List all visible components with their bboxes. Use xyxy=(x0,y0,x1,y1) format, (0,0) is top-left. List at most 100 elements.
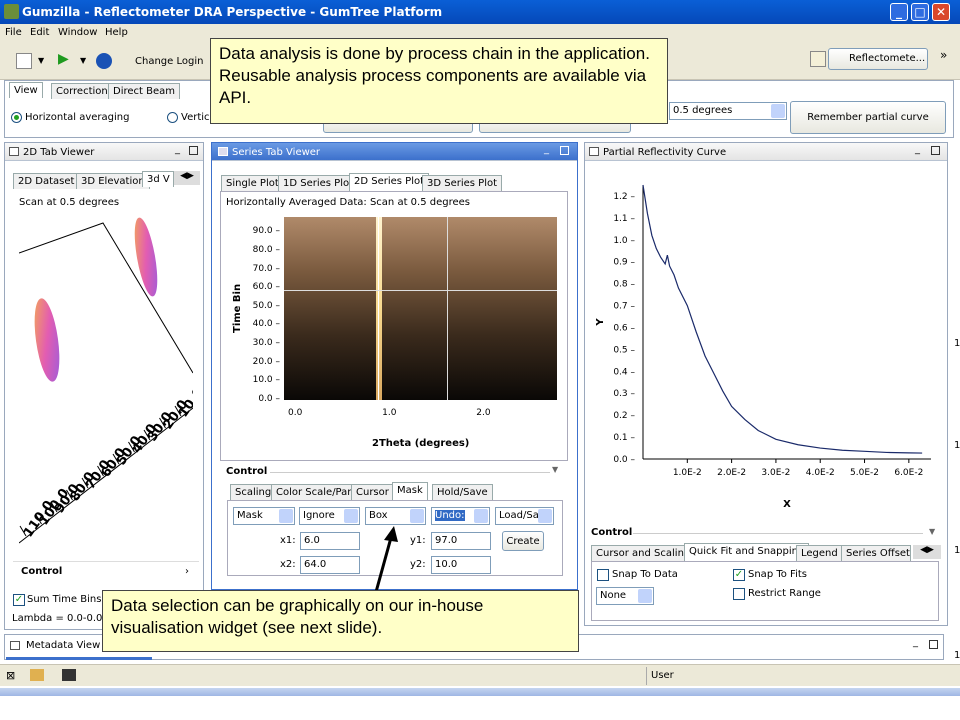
tab-3d-series-plot[interactable]: 3D Series Plot xyxy=(422,175,503,191)
y-tick-label: 30.0 – xyxy=(252,338,280,349)
x-tick-label: 5.0E-2 xyxy=(850,468,879,478)
x-axis-label: 2Theta (degrees) xyxy=(372,438,470,449)
tab-legend[interactable]: Legend xyxy=(796,545,843,561)
control-section: Control › xyxy=(13,561,199,581)
tab-series-offsets[interactable]: Series Offsets xyxy=(841,545,911,561)
snap-to-fits-label: Snap To Fits xyxy=(748,569,807,580)
menu-file[interactable]: File xyxy=(5,27,22,38)
minimize-button[interactable]: _ xyxy=(890,3,908,21)
mask-shape-combo[interactable]: Box xyxy=(365,507,426,525)
minimize-view-icon[interactable]: _ xyxy=(175,144,180,155)
tab-cursor-and-scaling[interactable]: Cursor and Scaling xyxy=(591,545,696,561)
maximize-view-icon[interactable] xyxy=(189,146,198,155)
create-button[interactable]: Create xyxy=(502,531,544,551)
snap-to-data-label: Snap To Data xyxy=(612,569,678,580)
tab-scroll-icon[interactable]: ◀▶ xyxy=(913,545,941,559)
sum-time-bins-label: Sum Time Bins xyxy=(27,594,102,605)
cursor-vertical-line xyxy=(378,217,379,400)
snap-to-data-checkbox[interactable] xyxy=(597,569,609,581)
panel-header: Series Tab Viewer _ xyxy=(212,143,577,161)
radio-horizontal-label: Horizontal averaging xyxy=(25,112,130,123)
radio-horizontal[interactable] xyxy=(11,112,22,123)
3d-plot-canvas[interactable]: 10.020.030.040.050.060.070.080.090.0100.… xyxy=(19,213,193,553)
y2-field[interactable]: 10.0 xyxy=(431,556,491,574)
grid-line xyxy=(447,217,448,400)
y-tick-label: 0.1 – xyxy=(613,433,635,443)
tab-quick-fit-and-snapping[interactable]: Quick Fit and Snapping xyxy=(684,543,810,561)
run-icon[interactable]: ▶ xyxy=(58,51,69,67)
angle-dropdown[interactable]: 0.5 degrees xyxy=(669,102,787,120)
maximize-button[interactable]: □ xyxy=(911,3,929,21)
sum-time-bins-checkbox[interactable]: ✓ xyxy=(13,594,25,606)
edge-mark: 1 xyxy=(954,545,960,556)
snap-to-fits-checkbox[interactable]: ✓ xyxy=(733,569,745,581)
callout-data-selection: Data selection can be graphically on our… xyxy=(102,590,579,652)
minimize-view-icon[interactable]: _ xyxy=(913,637,918,648)
y-tick-label: 0.6 – xyxy=(613,323,635,333)
tab-correction[interactable]: Correction xyxy=(51,83,113,99)
perspective-button[interactable]: Reflectomete... xyxy=(828,48,928,70)
undo-combo[interactable]: Undo: xyxy=(431,507,490,525)
load-save-combo[interactable]: Load/Sa xyxy=(495,507,554,525)
restrict-range-label: Restrict Range xyxy=(748,588,821,599)
new-file-icon[interactable] xyxy=(16,53,32,69)
control-label: Control xyxy=(21,566,63,577)
maximize-view-icon[interactable] xyxy=(931,146,940,155)
radio-vertical[interactable] xyxy=(167,112,178,123)
tab-2d-series-plot[interactable]: 2D Series Plot xyxy=(349,173,430,191)
tab-view[interactable]: View xyxy=(9,82,43,98)
y-tick-label: 0.5 – xyxy=(613,345,635,355)
more-perspectives-icon[interactable]: » xyxy=(940,48,947,62)
tab-3d-view[interactable]: 3d V xyxy=(142,171,174,187)
open-perspective-icon[interactable] xyxy=(810,51,826,67)
menu-edit[interactable]: Edit xyxy=(30,27,49,38)
cursor-horizontal-line xyxy=(284,290,557,291)
maximize-view-icon[interactable] xyxy=(929,640,938,649)
x1-field[interactable]: 6.0 xyxy=(300,532,360,550)
menu-help[interactable]: Help xyxy=(105,27,128,38)
remember-partial-curve-button[interactable]: Remember partial curve xyxy=(790,101,946,134)
console-icon[interactable] xyxy=(62,669,76,681)
heatmap-bright-band xyxy=(376,217,382,400)
change-login-button[interactable]: Change Login xyxy=(135,56,203,67)
tab-color-scale-pan[interactable]: Color Scale/Pan xyxy=(271,484,359,500)
y1-field[interactable]: 97.0 xyxy=(431,532,491,550)
close-button[interactable]: ✕ xyxy=(932,3,950,21)
tab-hold-save[interactable]: Hold/Save xyxy=(432,484,493,500)
reflectivity-series-line xyxy=(642,184,923,454)
chevron-right-icon[interactable]: › xyxy=(185,566,189,577)
chevron-down-icon[interactable]: ▼ xyxy=(38,56,44,65)
chevron-down-icon[interactable]: ▼ xyxy=(80,56,86,65)
mask-mode-combo[interactable]: Mask xyxy=(233,507,295,525)
tab-single-plot[interactable]: Single Plot xyxy=(221,175,284,191)
tab-scaling[interactable]: Scaling xyxy=(230,484,277,500)
tab-1d-series-plot[interactable]: 1D Series Plot xyxy=(278,175,359,191)
restrict-range-checkbox[interactable] xyxy=(733,588,745,600)
mask-action-combo[interactable]: Ignore xyxy=(299,507,360,525)
tab-2d-dataset[interactable]: 2D Dataset xyxy=(13,173,80,189)
tab-3d-elevation[interactable]: 3D Elevation xyxy=(76,173,150,189)
chevron-down-icon[interactable]: ▼ xyxy=(929,527,935,536)
app-icon xyxy=(4,4,19,19)
fast-view-icon[interactable]: ⊠ xyxy=(6,669,15,682)
x-axis-ticks: 0.0 1.0 2.0 xyxy=(284,408,557,422)
x2-field[interactable]: 64.0 xyxy=(300,556,360,574)
fit-type-combo[interactable]: None xyxy=(596,587,654,605)
menu-window[interactable]: Window xyxy=(58,27,97,38)
minimize-view-icon[interactable]: _ xyxy=(544,144,549,155)
minimize-view-icon[interactable]: _ xyxy=(915,144,920,155)
login-icon[interactable] xyxy=(96,53,112,69)
panel-title: Metadata View xyxy=(26,640,101,651)
tab-cursor[interactable]: Cursor xyxy=(351,484,394,500)
heatmap-image[interactable] xyxy=(284,217,557,400)
chevron-down-icon[interactable]: ▼ xyxy=(552,465,558,474)
panel-title: 2D Tab Viewer xyxy=(23,147,95,158)
maximize-view-icon[interactable] xyxy=(560,146,569,155)
x-tick-label: 0.0 xyxy=(288,408,303,418)
reflectivity-chart[interactable]: 0.0 – 0.1 – 0.2 – 0.3 – 0.4 – 0.5 – 0.6 – 0.7 –… xyxy=(591,183,941,523)
tab-direct-beam[interactable]: Direct Beam xyxy=(108,83,181,99)
y2-label: y2: xyxy=(410,559,426,570)
fast-view-icon[interactable] xyxy=(30,669,44,681)
tab-mask[interactable]: Mask xyxy=(392,482,428,500)
tab-scroll-icon[interactable]: ◀▶ xyxy=(174,171,200,185)
